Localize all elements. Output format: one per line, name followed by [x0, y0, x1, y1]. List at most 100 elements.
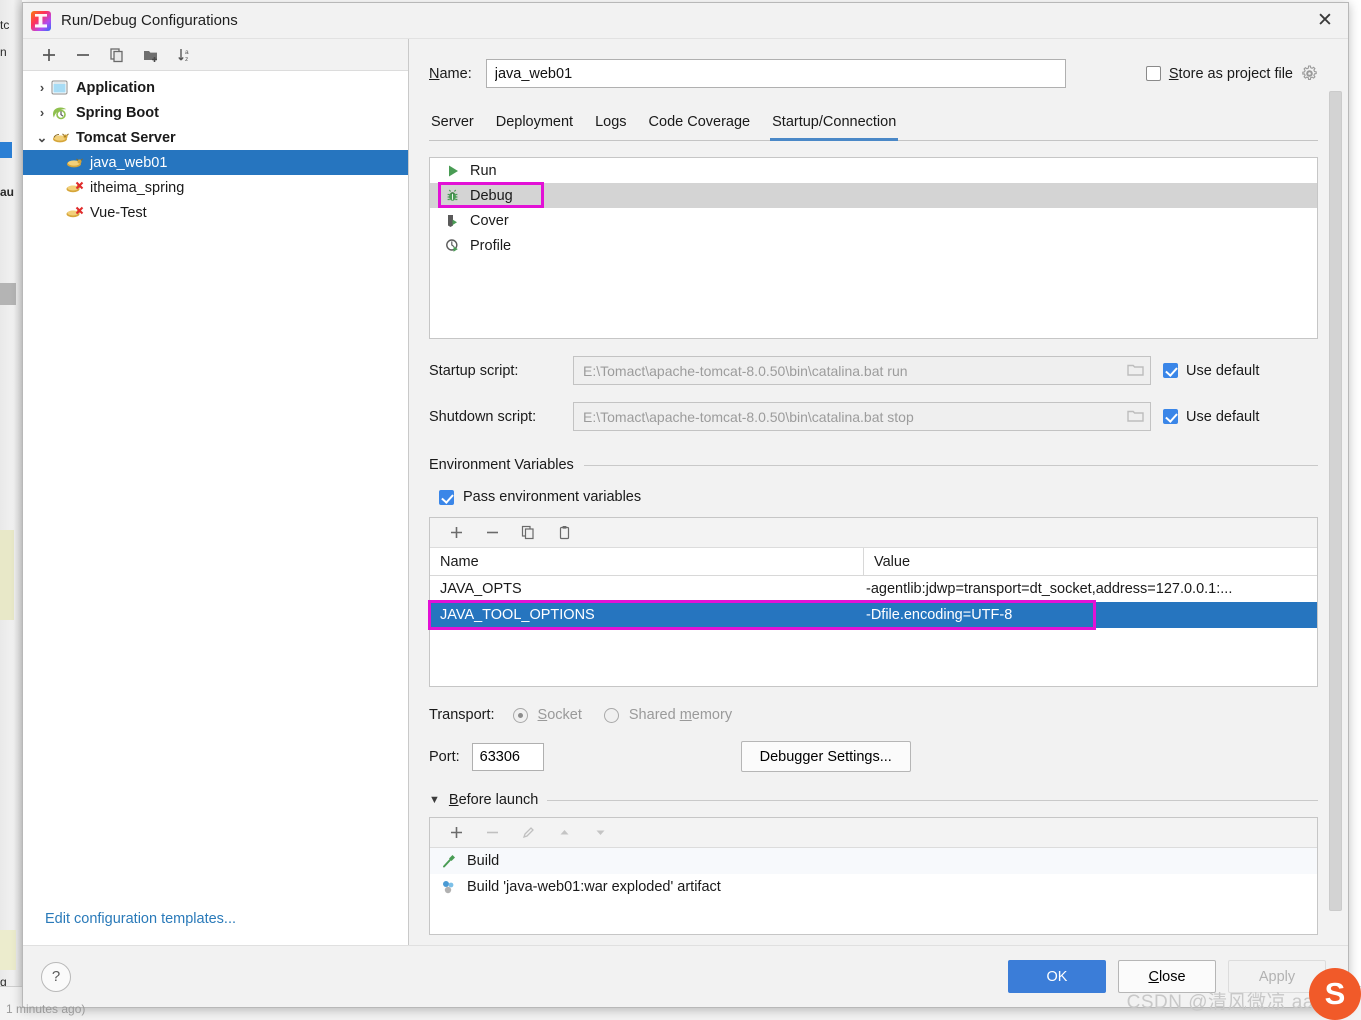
tree-item-itheima-spring[interactable]: itheima_spring — [23, 175, 408, 200]
close-button[interactable]: Close — [1118, 960, 1216, 993]
startup-script-value: E:\Tomact\apache-tomcat-8.0.50\bin\catal… — [583, 362, 908, 379]
editor-scrollbar[interactable] — [1329, 91, 1342, 935]
configurations-toolbar: a z — [23, 39, 408, 71]
shutdown-use-default-checkbox[interactable] — [1163, 409, 1178, 424]
run-mode-debug[interactable]: Debug — [430, 182, 1317, 208]
env-remove-button[interactable] — [482, 523, 502, 543]
expand-chevron-icon[interactable]: › — [33, 80, 51, 95]
help-button[interactable]: ? — [41, 961, 71, 992]
name-input[interactable] — [485, 59, 1066, 88]
store-as-project-file-label: Store as project file — [1168, 65, 1293, 82]
coverage-icon — [444, 212, 461, 229]
port-input[interactable] — [471, 742, 544, 771]
tree-item-spring-boot[interactable]: › Spring Boot — [23, 100, 408, 125]
name-label: Name: — [429, 65, 472, 82]
ide-status-text: 1 minutes ago) — [6, 1002, 86, 1016]
run-mode-label: Debug — [470, 187, 513, 204]
transport-shared-memory-radio[interactable] — [603, 707, 619, 723]
tree-item-java-web01[interactable]: java_web01 — [23, 150, 408, 175]
tomcat-icon — [65, 204, 85, 222]
background-text-fragment-2: n — [0, 45, 7, 59]
collapse-chevron-icon[interactable]: ⌄ — [33, 130, 51, 146]
tab-code-coverage[interactable]: Code Coverage — [647, 110, 753, 141]
tab-logs[interactable]: Logs — [593, 110, 628, 141]
add-configuration-button[interactable] — [39, 45, 59, 65]
svg-text:z: z — [185, 56, 188, 63]
new-folder-button[interactable] — [141, 45, 161, 65]
run-mode-label: Cover — [470, 212, 509, 229]
debug-bug-icon — [444, 187, 461, 204]
before-launch-label: Before launch — [448, 792, 539, 808]
env-variable-value: -agentlib:jdwp=transport=dt_socket,addre… — [866, 581, 1233, 597]
tomcat-icon — [65, 154, 85, 172]
background-artifact-grey — [0, 283, 16, 305]
tab-startup-connection[interactable]: Startup/Connection — [770, 110, 899, 141]
dialog-body: a z › Application › Spring Boot ⌄ Tomcat… — [23, 39, 1348, 945]
environment-variables-label: Environment Variables — [429, 457, 574, 473]
startup-use-default-group: Use default — [1163, 363, 1318, 379]
tree-item-label: Spring Boot — [76, 104, 159, 121]
expand-chevron-icon[interactable]: › — [33, 105, 51, 120]
artifact-icon — [440, 879, 458, 896]
folder-browse-icon[interactable] — [1126, 408, 1146, 426]
before-launch-remove-button — [482, 823, 502, 843]
list-item[interactable]: Build — [430, 848, 1317, 874]
column-header-value: Value — [874, 553, 911, 570]
environment-variables-table: Name Value JAVA_OPTS -agentlib:jdwp=tran… — [428, 517, 1318, 687]
run-mode-cover[interactable]: Cover — [430, 208, 1317, 233]
environment-table-empty-space — [430, 628, 1317, 686]
transport-row: Transport: Socket Shared memory — [429, 707, 1318, 723]
gear-icon[interactable] — [1301, 65, 1318, 82]
ok-button[interactable]: OK — [1008, 960, 1106, 993]
build-hammer-icon — [440, 853, 458, 870]
startup-script-row: Startup script: E:\Tomact\apache-tomcat-… — [429, 356, 1318, 385]
shutdown-script-field[interactable]: E:\Tomact\apache-tomcat-8.0.50\bin\catal… — [573, 402, 1151, 431]
debugger-settings-button[interactable]: Debugger Settings... — [740, 741, 911, 772]
env-add-button[interactable] — [446, 523, 466, 543]
tree-item-label: Vue-Test — [90, 204, 147, 221]
section-divider — [547, 799, 1318, 801]
tab-deployment[interactable]: Deployment — [494, 110, 575, 141]
env-paste-button[interactable] — [554, 523, 574, 543]
before-launch-header: ▼ Before launch — [429, 792, 1318, 808]
table-row[interactable]: JAVA_TOOL_OPTIONS -Dfile.encoding=UTF-8 — [428, 600, 1317, 630]
edit-configuration-templates-link[interactable]: Edit configuration templates... — [23, 893, 408, 945]
transport-socket-radio[interactable] — [512, 707, 528, 723]
table-row[interactable]: JAVA_OPTS -agentlib:jdwp=transport=dt_so… — [430, 576, 1317, 602]
section-divider — [583, 464, 1318, 466]
tree-item-tomcat-server[interactable]: ⌄ Tomcat Server — [23, 125, 408, 150]
startup-use-default-checkbox[interactable] — [1163, 363, 1178, 378]
tomcat-icon — [51, 129, 71, 147]
footer-buttons: OK Close Apply — [1008, 960, 1326, 993]
pass-environment-variables-label: Pass environment variables — [463, 489, 642, 505]
remove-configuration-button[interactable] — [73, 45, 93, 65]
sort-configurations-button[interactable]: a z — [175, 45, 195, 65]
before-launch-toolbar — [430, 818, 1317, 848]
pass-environment-variables-checkbox[interactable] — [439, 489, 454, 505]
store-as-project-file-checkbox[interactable] — [1145, 66, 1161, 81]
transport-socket-label: Socket — [537, 707, 582, 723]
triangle-down-icon[interactable]: ▼ — [429, 794, 440, 806]
list-item[interactable]: Build 'java-web01:war exploded' artifact — [430, 874, 1317, 900]
scrollbar-thumb[interactable] — [1329, 91, 1342, 911]
copy-configuration-button[interactable] — [107, 45, 127, 65]
background-artifact-olive — [0, 530, 14, 620]
profile-icon — [444, 237, 461, 254]
before-launch-add-button[interactable] — [446, 823, 466, 843]
close-icon[interactable]: ✕ — [1302, 3, 1348, 39]
tab-server[interactable]: Server — [429, 110, 476, 141]
tree-item-application[interactable]: › Application — [23, 75, 408, 100]
run-mode-run[interactable]: Run — [430, 158, 1317, 183]
folder-browse-icon[interactable] — [1126, 362, 1146, 380]
run-modes-list: Run Debug Cover Profile — [429, 157, 1318, 339]
env-variable-name: JAVA_OPTS — [440, 581, 522, 597]
startup-script-field[interactable]: E:\Tomact\apache-tomcat-8.0.50\bin\catal… — [573, 356, 1151, 385]
sogou-badge-icon: S — [1309, 968, 1361, 1020]
tree-item-vue-test[interactable]: Vue-Test — [23, 200, 408, 225]
pass-environment-variables-group: Pass environment variables — [439, 489, 1318, 505]
background-artifact-blue — [0, 142, 12, 158]
port-label: Port: — [429, 748, 460, 765]
environment-variables-section-title: Environment Variables — [429, 457, 1318, 473]
run-mode-profile[interactable]: Profile — [430, 233, 1317, 258]
env-copy-button[interactable] — [518, 523, 538, 543]
